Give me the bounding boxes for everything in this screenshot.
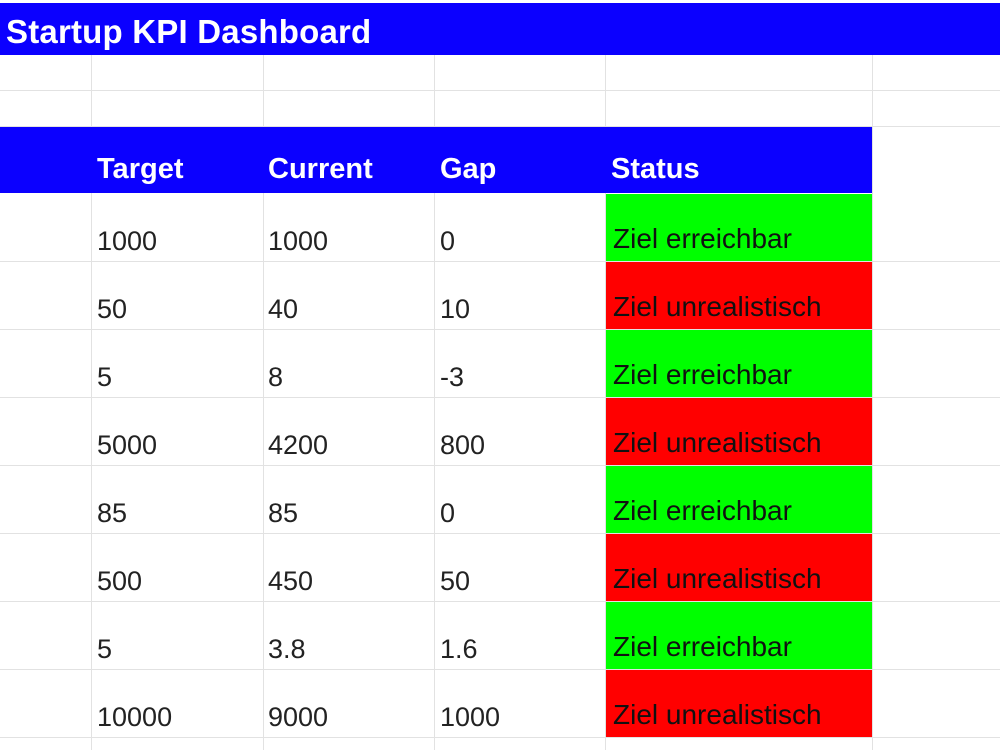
row-divider: [0, 737, 1000, 738]
table-row: ue50004200800Ziel unrealistisch: [0, 398, 1000, 466]
status-cell[interactable]: Ziel erreichbar: [606, 466, 872, 533]
status-text: Ziel unrealistisch: [613, 427, 822, 458]
gap-cell[interactable]: 1000: [440, 702, 500, 733]
current-cell[interactable]: 1000: [268, 226, 328, 257]
target-cell[interactable]: 5: [97, 634, 112, 665]
header-status[interactable]: Status: [611, 153, 700, 186]
status-text: Ziel unrealistisch: [613, 699, 822, 730]
target-cell[interactable]: 85: [97, 498, 127, 529]
gap-cell[interactable]: 50: [440, 566, 470, 597]
status-cell[interactable]: Ziel unrealistisch: [606, 670, 872, 737]
gap-cell[interactable]: 800: [440, 430, 485, 461]
status-cell[interactable]: Ziel erreichbar: [606, 330, 872, 397]
status-text: Ziel erreichbar: [613, 223, 792, 254]
status-cell[interactable]: Ziel erreichbar: [606, 194, 872, 261]
current-cell[interactable]: 3.8: [268, 634, 306, 665]
target-cell[interactable]: 5: [97, 362, 112, 393]
gap-cell[interactable]: 0: [440, 498, 455, 529]
table-row: 5 8 -3 Ziel erreichbar: [0, 330, 1000, 398]
table-row: 50 40 10 Ziel unrealistisch: [0, 262, 1000, 330]
target-cell[interactable]: 10000: [97, 702, 172, 733]
status-text: Ziel erreichbar: [613, 631, 792, 662]
header-gap[interactable]: Gap: [440, 153, 496, 186]
target-cell[interactable]: 1000: [97, 226, 157, 257]
current-cell[interactable]: 9000: [268, 702, 328, 733]
gap-cell[interactable]: 10: [440, 294, 470, 325]
target-cell[interactable]: 5000: [97, 430, 157, 461]
header-current[interactable]: Current: [268, 153, 373, 186]
status-text: Ziel erreichbar: [613, 495, 792, 526]
title-bar: Startup KPI Dashboard: [0, 3, 1000, 55]
current-cell[interactable]: 85: [268, 498, 298, 529]
status-cell[interactable]: Ziel unrealistisch: [606, 398, 872, 465]
status-cell[interactable]: Ziel unrealistisch: [606, 534, 872, 601]
gap-cell[interactable]: -3: [440, 362, 464, 393]
status-text: Ziel unrealistisch: [613, 291, 822, 322]
table-row: 1000 1000 0 Ziel erreichbar: [0, 194, 1000, 262]
status-cell[interactable]: Ziel unrealistisch: [606, 262, 872, 329]
target-cell[interactable]: 500: [97, 566, 142, 597]
current-cell[interactable]: 450: [268, 566, 313, 597]
current-cell[interactable]: 8: [268, 362, 283, 393]
current-cell[interactable]: 40: [268, 294, 298, 325]
table-row: 10000 9000 1000 Ziel unrealistisch: [0, 670, 1000, 738]
row-divider: [0, 90, 1000, 91]
target-cell[interactable]: 50: [97, 294, 127, 325]
status-text: Ziel erreichbar: [613, 359, 792, 390]
table-row: CLV)50045050Ziel unrealistisch: [0, 534, 1000, 602]
page-title: Startup KPI Dashboard: [6, 13, 372, 50]
status-text: Ziel unrealistisch: [613, 563, 822, 594]
gap-cell[interactable]: 1.6: [440, 634, 478, 665]
table-row: 85 85 0 Ziel erreichbar: [0, 466, 1000, 534]
status-cell[interactable]: Ziel erreichbar: [606, 602, 872, 669]
gap-cell[interactable]: 0: [440, 226, 455, 257]
header-target[interactable]: Target: [97, 153, 183, 186]
table-row: 5 3.8 1.6 Ziel erreichbar: [0, 602, 1000, 670]
current-cell[interactable]: 4200: [268, 430, 328, 461]
